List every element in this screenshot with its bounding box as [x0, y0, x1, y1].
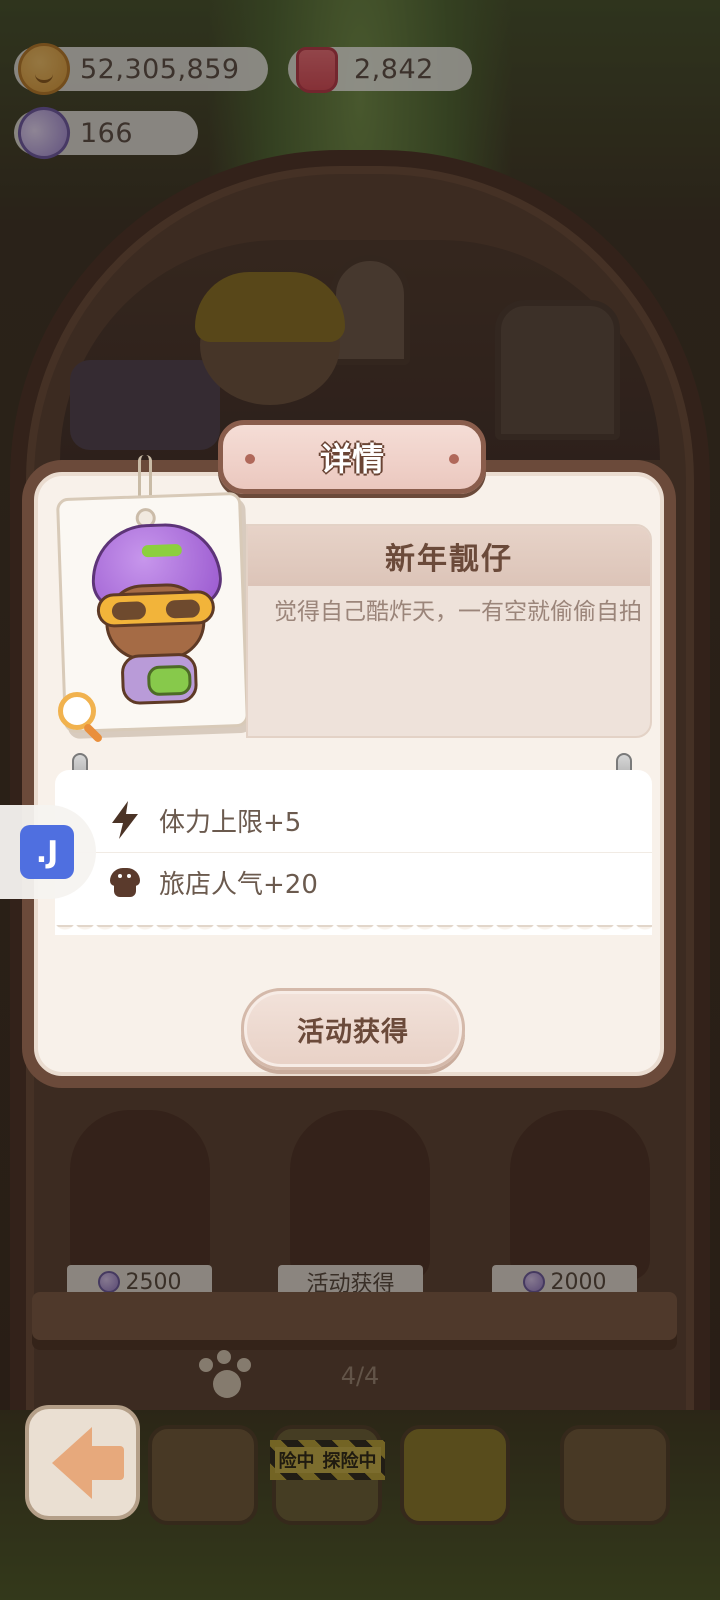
stat-row-popularity: 旅店人气+20 — [55, 852, 652, 912]
muffin-popularity-icon — [105, 863, 145, 903]
stat-label: 体力上限+5 — [159, 807, 302, 838]
lightning-bolt-icon — [105, 800, 145, 840]
assistant-icon[interactable]: .J — [20, 825, 74, 879]
outfit-avatar — [82, 521, 229, 717]
modal-title-plate: 详情 — [218, 420, 486, 494]
tiger-glasses — [96, 589, 216, 628]
back-button[interactable] — [25, 1405, 140, 1520]
stat-label: 旅店人气+20 — [159, 870, 318, 900]
green-bag — [146, 664, 192, 697]
item-info-panel: 新年靓仔 觉得自己酷炸天，一有空就偷偷自拍 — [246, 524, 652, 738]
item-name: 新年靓仔 — [248, 526, 650, 586]
stats-panel: 体力上限+5 旅店人气+20 — [55, 770, 652, 935]
side-assistant[interactable]: .J — [0, 805, 96, 899]
magnifier-icon[interactable] — [58, 692, 110, 744]
source-button[interactable]: 活动获得 — [241, 988, 465, 1070]
stat-row-stamina: 体力上限+5 — [55, 790, 652, 850]
modal-title: 详情 — [319, 440, 384, 478]
back-arrow-icon — [38, 1426, 128, 1500]
item-description: 觉得自己酷炸天，一有空就偷偷自拍 — [274, 599, 642, 625]
